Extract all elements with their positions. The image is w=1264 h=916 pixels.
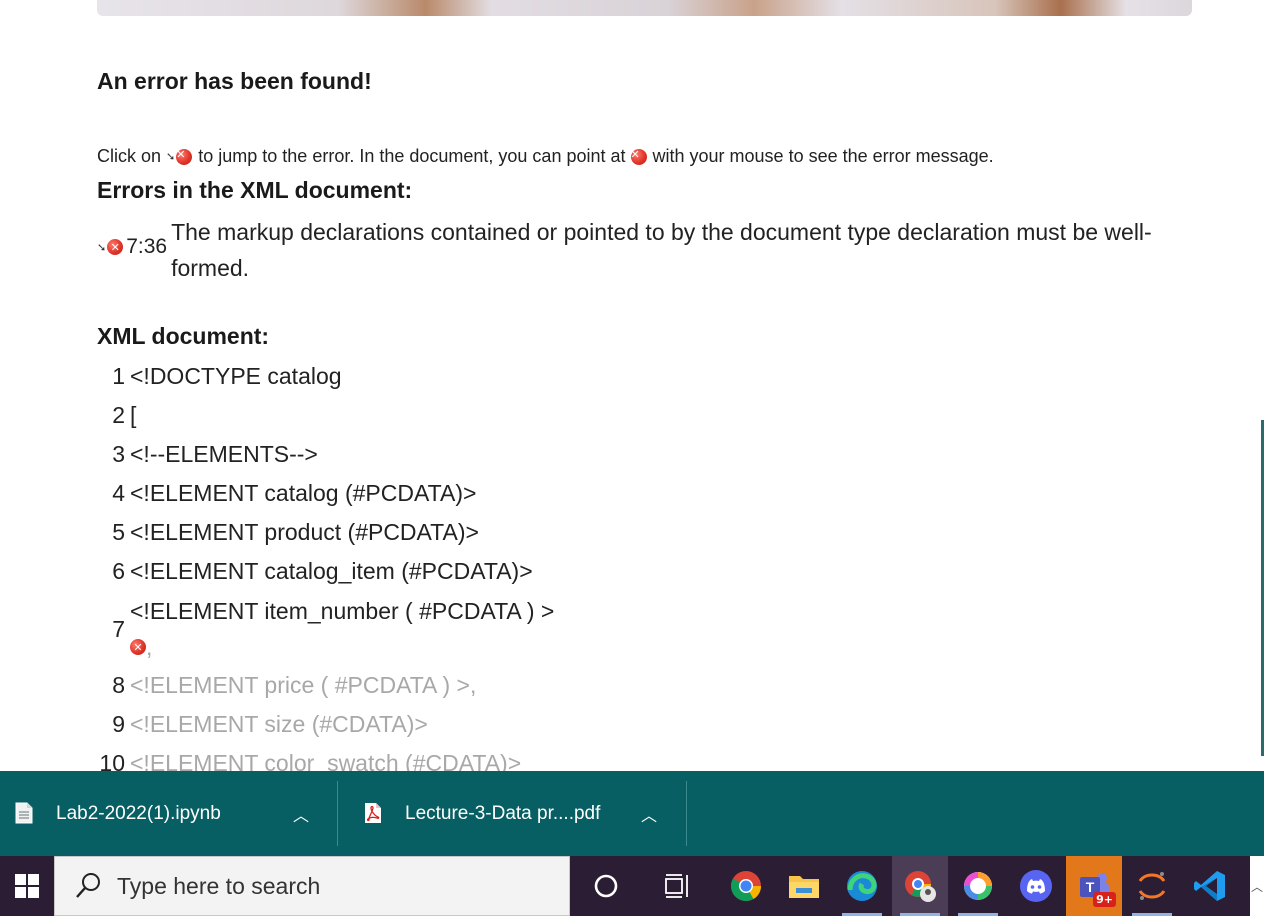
line-number: 8: [112, 672, 125, 698]
jump-error-icon: ➘ ✕: [166, 148, 193, 165]
xml-heading: XML document:: [97, 323, 270, 349]
file-icon: [15, 802, 33, 824]
error-icon: ✕: [130, 639, 146, 655]
edge-icon: [847, 871, 877, 901]
line-number: 7: [112, 615, 125, 642]
windows-logo-icon: [15, 874, 39, 898]
line-number: 1: [112, 363, 125, 389]
code-line: 5 <!ELEMENT product (#PCDATA)>: [97, 513, 797, 552]
taskbar-app-vscode[interactable]: [1182, 856, 1238, 916]
error-icon: ✕: [107, 239, 124, 255]
cortana-icon: [594, 874, 618, 898]
jump-arrow-icon: ➘: [97, 240, 107, 254]
line-number: 6: [112, 558, 125, 584]
download-bar: Lab2-2022(1).ipynb ︿ Lecture-3-Data pr..…: [0, 771, 1264, 856]
code-line: 8 <!ELEMENT price ( #PCDATA ) >,: [97, 666, 797, 705]
code-text: <!ELEMENT item_number ( #PCDATA ) >: [130, 598, 555, 624]
code-text: <!ELEMENT price ( #PCDATA ) >,: [130, 672, 477, 698]
folder-icon: [789, 876, 819, 898]
code-line-error: 7 <!ELEMENT item_number ( #PCDATA ) > ✕,: [97, 591, 797, 667]
task-view-icon: [665, 874, 688, 898]
errors-heading: Errors in the XML document:: [97, 177, 413, 203]
chrome-profile-icon: [905, 871, 936, 902]
taskbar-app-chrome[interactable]: [718, 856, 774, 916]
jupyter-icon: [1138, 872, 1166, 900]
taskbar-overflow-button[interactable]: ︿: [1250, 856, 1264, 916]
start-button[interactable]: [0, 856, 54, 916]
code-text: <!--ELEMENTS-->: [130, 441, 318, 467]
search-icon: [76, 873, 100, 898]
chevron-up-icon[interactable]: ︿: [293, 802, 309, 826]
chrome-icon: [731, 871, 761, 902]
code-text: <!ELEMENT size (#CDATA)>: [130, 711, 428, 737]
taskbar-app-jupyter[interactable]: [1124, 856, 1180, 916]
error-heading: An error has been found!: [97, 68, 372, 94]
chevron-up-icon[interactable]: ︿: [641, 802, 657, 826]
download-item[interactable]: Lab2-2022(1).ipynb ︿: [0, 771, 336, 856]
inline-error-marker[interactable]: ✕,: [130, 629, 554, 665]
download-separator: [686, 781, 687, 846]
taskbar-app-teams[interactable]: T 9+: [1066, 856, 1122, 916]
taskbar-app-paint[interactable]: [950, 856, 1006, 916]
download-filename: Lab2-2022(1).ipynb: [56, 802, 221, 824]
error-entry: ➘ ✕ 7:36 The markup declarations contain…: [97, 214, 1177, 286]
code-text: <!DOCTYPE catalog: [130, 363, 342, 389]
chevron-up-icon: ︿: [1250, 879, 1263, 894]
instructions-middle: to jump to the error. In the document, y…: [198, 146, 626, 166]
line-number: 5: [112, 519, 125, 545]
download-item[interactable]: Lecture-3-Data pr....pdf ︿: [338, 771, 686, 856]
error-jump-link[interactable]: ➘ ✕ 7:36: [97, 214, 167, 280]
code-line: 6 <!ELEMENT catalog_item (#PCDATA)>: [97, 552, 797, 591]
pdf-icon: [365, 803, 381, 823]
line-number: 2: [112, 402, 125, 428]
code-text: <!ELEMENT catalog (#PCDATA)>: [130, 480, 477, 506]
instructions-before: Click on: [97, 146, 162, 166]
taskbar-app-file-explorer[interactable]: [776, 856, 832, 916]
code-line: 9 <!ELEMENT size (#CDATA)>: [97, 705, 797, 744]
error-message: The markup declarations contained or poi…: [171, 219, 1152, 281]
vscode-icon: [1194, 871, 1225, 901]
discord-icon: [1020, 870, 1052, 902]
taskbar-app-chrome-profile[interactable]: [892, 856, 948, 916]
line-number: 3: [112, 441, 125, 467]
task-view-button[interactable]: [650, 856, 706, 916]
code-text: [: [130, 402, 137, 428]
search-placeholder: Type here to search: [117, 872, 321, 899]
instructions-after: with your mouse to see the error message…: [652, 146, 994, 166]
header-banner-image: [97, 0, 1192, 16]
code-text-after-error: ,: [146, 634, 153, 660]
code-line: 4 <!ELEMENT catalog (#PCDATA)>: [97, 474, 797, 513]
error-marker-icon: ✕: [630, 148, 647, 165]
download-filename: Lecture-3-Data pr....pdf: [405, 802, 601, 824]
error-position: 7:36: [126, 235, 168, 258]
taskbar: Type here to search T 9+ ︿: [0, 856, 1264, 916]
taskbar-app-edge[interactable]: [834, 856, 890, 916]
color-wheel-icon: [964, 872, 992, 900]
code-line: 2 [: [97, 396, 797, 435]
code-line: 1 <!DOCTYPE catalog: [97, 357, 797, 396]
taskbar-app-discord[interactable]: [1008, 856, 1064, 916]
code-text: <!ELEMENT catalog_item (#PCDATA)>: [130, 558, 533, 584]
code-line: 3 <!--ELEMENTS-->: [97, 435, 797, 474]
taskbar-search[interactable]: Type here to search: [54, 856, 570, 916]
line-number: 9: [112, 711, 125, 737]
code-text: <!ELEMENT product (#PCDATA)>: [130, 519, 479, 545]
cortana-button[interactable]: [578, 856, 634, 916]
line-number: 4: [112, 480, 125, 506]
notification-badge: 9+: [1093, 892, 1116, 907]
instructions-text: Click on ➘ ✕ to jump to the error. In the…: [97, 146, 994, 167]
